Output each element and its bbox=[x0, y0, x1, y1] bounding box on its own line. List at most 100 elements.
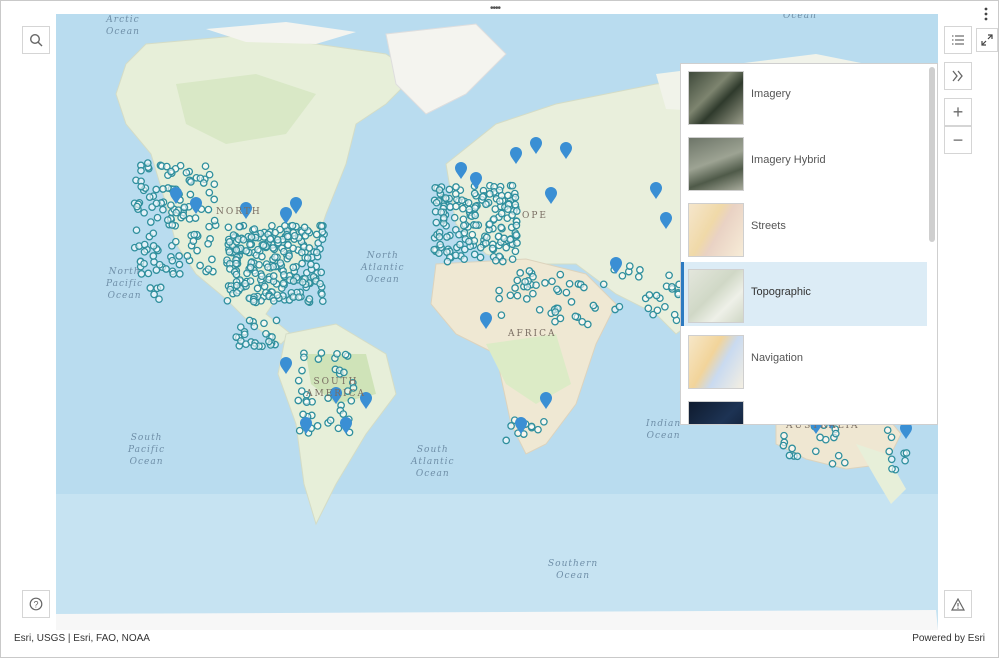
site-marker[interactable] bbox=[506, 235, 515, 244]
site-marker[interactable] bbox=[459, 204, 467, 213]
site-marker[interactable] bbox=[516, 269, 525, 277]
site-marker[interactable] bbox=[521, 277, 529, 286]
basemap-item-streets[interactable]: Streets bbox=[681, 196, 927, 260]
site-marker[interactable] bbox=[243, 269, 251, 278]
site-marker[interactable] bbox=[153, 213, 162, 222]
site-marker[interactable] bbox=[279, 271, 288, 279]
site-marker[interactable] bbox=[190, 230, 199, 239]
site-marker[interactable] bbox=[265, 337, 273, 346]
site-marker[interactable] bbox=[152, 185, 161, 194]
site-marker[interactable] bbox=[556, 270, 565, 279]
site-marker[interactable] bbox=[294, 376, 303, 385]
site-marker[interactable] bbox=[199, 179, 208, 187]
site-marker[interactable] bbox=[504, 205, 512, 214]
legend-button[interactable] bbox=[944, 26, 972, 54]
site-marker[interactable] bbox=[171, 237, 180, 246]
site-marker[interactable] bbox=[205, 188, 214, 197]
site-marker[interactable] bbox=[318, 235, 327, 244]
site-marker[interactable] bbox=[182, 168, 191, 177]
site-marker[interactable] bbox=[300, 223, 309, 232]
site-marker[interactable] bbox=[578, 317, 587, 326]
site-marker[interactable] bbox=[298, 366, 306, 375]
site-marker[interactable] bbox=[828, 459, 837, 468]
site-marker[interactable] bbox=[284, 241, 292, 249]
site-marker[interactable] bbox=[488, 244, 497, 253]
site-marker[interactable] bbox=[902, 449, 911, 457]
basemap-item-navigation[interactable]: Navigation bbox=[681, 328, 927, 392]
site-marker[interactable] bbox=[186, 190, 195, 199]
site-marker[interactable] bbox=[840, 458, 849, 467]
site-marker[interactable] bbox=[497, 311, 506, 320]
site-marker[interactable] bbox=[299, 410, 307, 419]
site-marker[interactable] bbox=[653, 306, 662, 315]
site-marker[interactable] bbox=[246, 263, 255, 272]
site-marker[interactable] bbox=[532, 281, 540, 290]
site-marker[interactable] bbox=[313, 422, 322, 430]
zoom-out-button[interactable]: − bbox=[944, 126, 972, 154]
site-marker[interactable] bbox=[273, 291, 282, 300]
site-marker[interactable] bbox=[276, 259, 285, 267]
site-marker[interactable] bbox=[239, 235, 248, 244]
site-marker[interactable] bbox=[482, 200, 490, 209]
site-marker[interactable] bbox=[887, 455, 896, 464]
site-marker[interactable] bbox=[258, 252, 266, 261]
site-marker[interactable] bbox=[266, 235, 275, 243]
site-marker[interactable] bbox=[634, 272, 643, 281]
site-marker[interactable] bbox=[279, 247, 288, 256]
site-marker[interactable] bbox=[511, 200, 520, 209]
site-marker[interactable] bbox=[513, 276, 522, 285]
site-marker[interactable] bbox=[225, 238, 234, 246]
site-marker[interactable] bbox=[295, 426, 304, 435]
site-marker[interactable] bbox=[233, 288, 241, 297]
site-marker[interactable] bbox=[527, 422, 536, 431]
site-marker[interactable] bbox=[303, 254, 312, 262]
site-marker[interactable] bbox=[470, 189, 479, 198]
site-marker[interactable] bbox=[175, 252, 183, 260]
site-marker[interactable] bbox=[811, 447, 820, 456]
site-marker[interactable] bbox=[169, 270, 178, 278]
site-marker[interactable] bbox=[901, 456, 909, 465]
site-marker[interactable] bbox=[242, 247, 251, 255]
site-marker[interactable] bbox=[432, 218, 441, 227]
site-marker[interactable] bbox=[193, 246, 201, 255]
site-marker[interactable] bbox=[548, 277, 556, 286]
site-marker[interactable] bbox=[670, 310, 679, 319]
site-marker[interactable] bbox=[472, 221, 480, 230]
site-marker[interactable] bbox=[307, 260, 315, 269]
site-marker[interactable] bbox=[210, 195, 219, 204]
site-marker[interactable] bbox=[281, 221, 289, 230]
site-marker[interactable] bbox=[145, 193, 154, 201]
site-marker[interactable] bbox=[506, 291, 515, 300]
site-marker[interactable] bbox=[146, 284, 155, 292]
site-marker[interactable] bbox=[210, 216, 219, 225]
site-marker[interactable] bbox=[162, 265, 170, 273]
site-marker[interactable] bbox=[223, 296, 232, 305]
site-marker[interactable] bbox=[242, 340, 250, 349]
site-marker[interactable] bbox=[460, 255, 469, 264]
site-marker[interactable] bbox=[162, 162, 171, 171]
site-marker[interactable] bbox=[175, 260, 184, 269]
site-marker[interactable] bbox=[468, 230, 477, 239]
site-marker[interactable] bbox=[260, 282, 269, 291]
site-marker[interactable] bbox=[250, 225, 259, 233]
site-marker[interactable] bbox=[562, 288, 571, 297]
site-marker[interactable] bbox=[452, 202, 460, 211]
site-marker[interactable] bbox=[465, 205, 474, 214]
site-marker[interactable] bbox=[334, 424, 343, 433]
site-marker[interactable] bbox=[245, 316, 254, 325]
site-marker[interactable] bbox=[137, 166, 145, 175]
site-marker[interactable] bbox=[132, 226, 141, 235]
site-marker[interactable] bbox=[225, 248, 234, 256]
site-marker[interactable] bbox=[253, 284, 262, 293]
site-marker[interactable] bbox=[156, 283, 165, 292]
basemap-item-night[interactable] bbox=[681, 394, 927, 424]
site-marker[interactable] bbox=[300, 353, 308, 362]
site-marker[interactable] bbox=[159, 185, 167, 193]
site-marker[interactable] bbox=[341, 350, 350, 359]
site-marker[interactable] bbox=[451, 251, 460, 260]
site-marker[interactable] bbox=[172, 208, 181, 217]
site-marker[interactable] bbox=[485, 190, 494, 198]
site-marker[interactable] bbox=[204, 265, 213, 274]
site-marker[interactable] bbox=[485, 220, 494, 229]
site-marker[interactable] bbox=[273, 236, 282, 244]
